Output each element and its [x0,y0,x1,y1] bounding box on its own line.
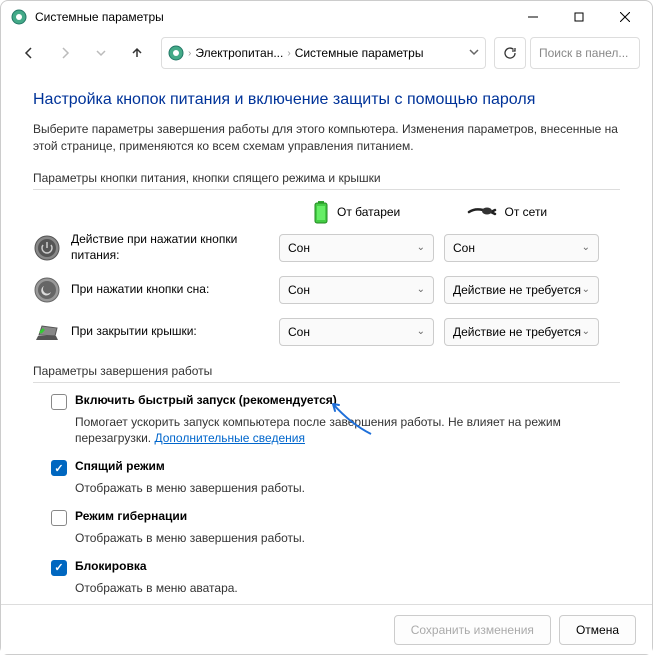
row-label: При закрытии крышки: [71,324,279,340]
row-label: При нажатии кнопки сна: [71,282,279,298]
row-sleep-button: При нажатии кнопки сна: Сон⌄ Действие не… [33,274,620,306]
more-info-link[interactable]: Дополнительные сведения [154,431,304,445]
select-sleep-battery[interactable]: Сон⌄ [279,276,434,304]
power-icon [33,234,61,262]
chevron-down-icon: ⌄ [582,242,590,253]
laptop-icon [33,318,61,346]
breadcrumb-separator: › [287,48,290,59]
check-desc: Отображать в меню завершения работы. [75,480,620,497]
search-input[interactable]: Поиск в панел... [530,37,640,69]
select-power-battery[interactable]: Сон⌄ [279,234,434,262]
chevron-down-icon: ⌄ [582,326,590,337]
page-description: Выберите параметры завершения работы для… [33,121,620,155]
chevron-down-icon[interactable] [469,46,479,60]
checkbox-hibernate[interactable] [51,510,67,526]
column-header-battery: От батареи [313,200,467,224]
check-label: Включить быстрый запуск (рекомендуется) [75,393,337,407]
close-button[interactable] [602,1,648,33]
breadcrumb-item[interactable]: Системные параметры [295,46,424,60]
section-label: Параметры кнопки питания, кнопки спящего… [33,171,620,185]
checkbox-lock[interactable] [51,560,67,576]
maximize-button[interactable] [556,1,602,33]
check-sleep: Спящий режим [51,459,620,476]
cancel-button[interactable]: Отмена [559,615,636,645]
chevron-down-icon: ⌄ [417,326,425,337]
checkbox-sleep[interactable] [51,460,67,476]
battery-icon [313,200,329,224]
search-placeholder: Поиск в панел... [539,46,628,60]
row-label: Действие при нажатии кнопки питания: [71,232,279,263]
back-button[interactable] [13,37,45,69]
up-button[interactable] [121,37,153,69]
save-button[interactable]: Сохранить изменения [394,615,551,645]
check-lock: Блокировка [51,559,620,576]
check-desc: Отображать в меню завершения работы. [75,530,620,547]
select-power-plugged[interactable]: Сон⌄ [444,234,599,262]
plug-icon [467,204,497,220]
footer: Сохранить изменения Отмена [1,604,652,654]
address-bar[interactable]: › Электропитан... › Системные параметры [161,37,486,69]
chevron-down-icon: ⌄ [582,284,590,295]
column-header-plugged: От сети [467,200,621,224]
divider [33,189,620,190]
page-title: Настройка кнопок питания и включение защ… [33,91,620,109]
column-headers: От батареи От сети [313,200,620,224]
select-lid-plugged[interactable]: Действие не требуется⌄ [444,318,599,346]
check-hibernate: Режим гибернации [51,509,620,526]
row-power-button: Действие при нажатии кнопки питания: Сон… [33,232,620,264]
checkbox-fast-startup[interactable] [51,394,67,410]
select-sleep-plugged[interactable]: Действие не требуется⌄ [444,276,599,304]
check-fast-startup: Включить быстрый запуск (рекомендуется) [51,393,620,410]
check-label: Спящий режим [75,459,165,473]
window-title: Системные параметры [35,10,510,24]
forward-button[interactable] [49,37,81,69]
titlebar: Системные параметры [1,1,652,33]
breadcrumb-item[interactable]: Электропитан... [195,46,283,60]
sleep-icon [33,276,61,304]
breadcrumb-separator: › [188,48,191,59]
check-label: Блокировка [75,559,147,573]
navbar: › Электропитан... › Системные параметры … [1,33,652,73]
recent-button[interactable] [85,37,117,69]
chevron-down-icon: ⌄ [417,284,425,295]
divider [33,382,620,383]
minimize-button[interactable] [510,1,556,33]
section-label: Параметры завершения работы [33,364,620,378]
content: Настройка кнопок питания и включение защ… [1,73,652,619]
check-label: Режим гибернации [75,509,187,523]
check-desc: Помогает ускорить запуск компьютера посл… [75,414,620,448]
select-lid-battery[interactable]: Сон⌄ [279,318,434,346]
location-icon [168,45,184,61]
app-icon [11,9,27,25]
row-lid: При закрытии крышки: Сон⌄ Действие не тр… [33,316,620,348]
chevron-down-icon: ⌄ [417,242,425,253]
check-desc: Отображать в меню аватара. [75,580,620,597]
refresh-button[interactable] [494,37,526,69]
